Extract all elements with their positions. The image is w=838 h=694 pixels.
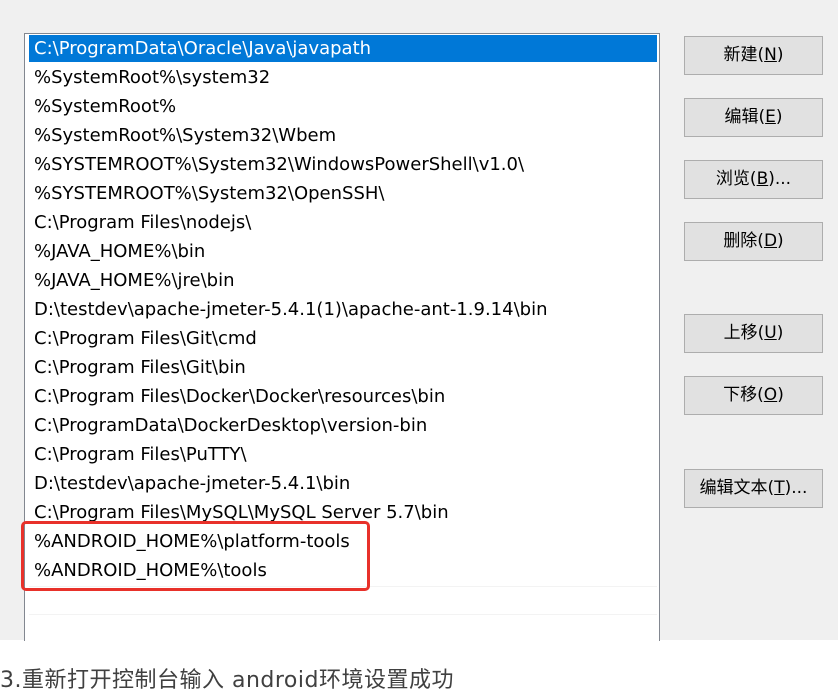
delete-button[interactable]: 删除(D) <box>684 222 823 261</box>
path-entry-empty[interactable] <box>29 586 657 613</box>
path-entries-list[interactable]: C:\ProgramData\Oracle\Java\javapath %Sys… <box>24 33 660 641</box>
path-entry-android-platform-tools[interactable]: %ANDROID_HOME%\platform-tools <box>29 528 657 555</box>
path-entry-empty[interactable] <box>29 614 657 641</box>
path-entry[interactable]: %SystemRoot% <box>29 93 657 120</box>
path-entry-android-tools[interactable]: %ANDROID_HOME%\tools <box>29 557 657 584</box>
path-entry[interactable]: C:\Program Files\MySQL\MySQL Server 5.7\… <box>29 499 657 526</box>
path-entry[interactable]: C:\Program Files\Git\cmd <box>29 325 657 352</box>
path-entry[interactable]: %SystemRoot%\system32 <box>29 64 657 91</box>
move-down-button[interactable]: 下移(O) <box>684 376 823 415</box>
path-entry[interactable]: C:\Program Files\Docker\Docker\resources… <box>29 383 657 410</box>
path-entry[interactable]: D:\testdev\apache-jmeter-5.4.1(1)\apache… <box>29 296 657 323</box>
path-entry[interactable]: C:\ProgramData\Oracle\Java\javapath <box>29 35 657 62</box>
article-caption: 3.重新打开控制台输入 android环境设置成功 <box>0 668 454 693</box>
edit-button[interactable]: 编辑(E) <box>684 98 823 137</box>
path-entry[interactable]: %SystemRoot%\System32\Wbem <box>29 122 657 149</box>
move-up-button[interactable]: 上移(U) <box>684 314 823 353</box>
path-entry[interactable]: %JAVA_HOME%\bin <box>29 238 657 265</box>
path-entry[interactable]: %SYSTEMROOT%\System32\OpenSSH\ <box>29 180 657 207</box>
edit-environment-variable-dialog: C:\ProgramData\Oracle\Java\javapath %Sys… <box>0 0 838 641</box>
edit-text-button[interactable]: 编辑文本(T)... <box>684 469 823 508</box>
path-entry[interactable]: D:\testdev\apache-jmeter-5.4.1\bin <box>29 470 657 497</box>
path-entry[interactable]: %SYSTEMROOT%\System32\WindowsPowerShell\… <box>29 151 657 178</box>
path-entry[interactable]: C:\ProgramData\DockerDesktop\version-bin <box>29 412 657 439</box>
path-entry[interactable]: C:\Program Files\PuTTY\ <box>29 441 657 468</box>
path-entry[interactable]: %JAVA_HOME%\jre\bin <box>29 267 657 294</box>
path-entry[interactable]: C:\Program Files\Git\bin <box>29 354 657 381</box>
browse-button[interactable]: 浏览(B)... <box>684 160 823 199</box>
new-button[interactable]: 新建(N) <box>684 36 823 75</box>
path-entry[interactable]: C:\Program Files\nodejs\ <box>29 209 657 236</box>
